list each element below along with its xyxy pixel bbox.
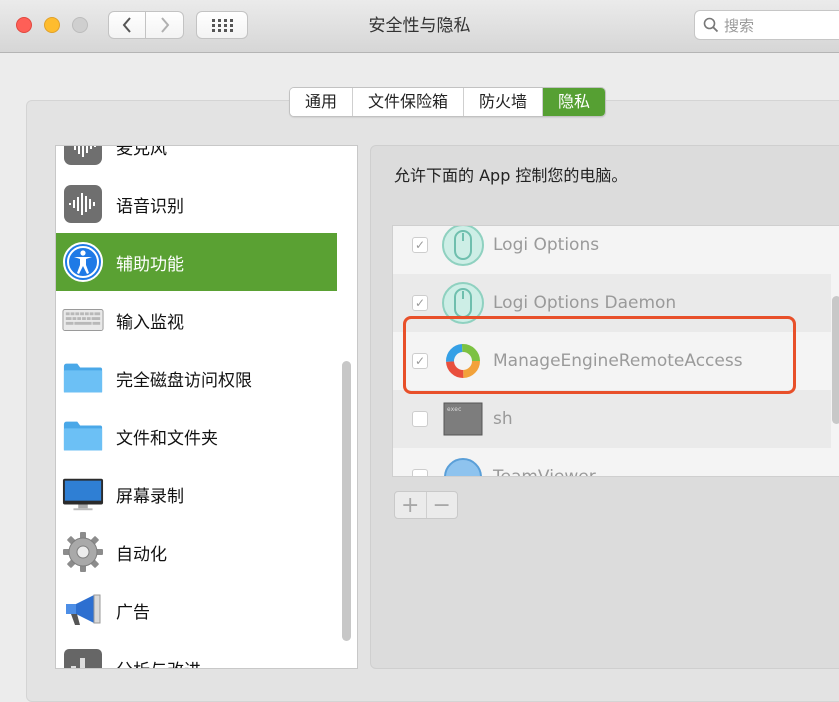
sidebar-item-speech-recognition[interactable]: 语音识别 [56,175,337,233]
search-field[interactable]: 搜索 [694,10,839,40]
sidebar-item-label: 广告 [116,602,150,623]
terminal-icon: exec [441,397,485,441]
add-remove-control: + − [394,491,458,519]
app-checkbox[interactable]: ✓ [412,295,428,311]
sidebar-item-microphone[interactable]: 麦克风 [56,145,337,175]
sidebar-item-label: 自动化 [116,544,167,565]
sidebar-item-label: 完全磁盘访问权限 [116,370,252,391]
sidebar-item-screen-recording[interactable]: 屏幕录制 [56,465,337,523]
app-checkbox[interactable] [412,411,428,427]
app-row-sh[interactable]: exec sh [393,390,831,448]
remove-app-button[interactable]: − [427,492,458,518]
app-checkbox[interactable]: ✓ [412,237,428,253]
checkmark-icon: ✓ [414,296,426,310]
chart-icon [62,647,104,668]
tab-privacy[interactable]: 隐私 [543,88,606,116]
tab-filevault[interactable]: 文件保险箱 [353,88,465,116]
allow-description: 允许下面的 App 控制您的电脑。 [394,166,628,185]
megaphone-icon [62,589,104,631]
search-placeholder: 搜索 [724,16,755,35]
speech-waveform-icon [62,183,104,225]
display-icon [62,473,104,515]
app-name: Logi Options [493,235,600,255]
folder-icon [62,415,104,457]
mouse-icon [441,226,485,267]
app-list-scrollbar[interactable] [832,296,839,424]
sidebar-item-label: 辅助功能 [116,254,184,275]
accessibility-icon [62,241,104,283]
sidebar-item-label: 语音识别 [116,196,184,217]
sidebar-item-label: 输入监视 [116,312,184,333]
app-row-logi-options[interactable]: ✓ Logi Options [393,226,831,274]
tab-firewall[interactable]: 防火墙 [464,88,544,116]
microphone-icon [62,146,104,167]
sidebar-item-label: 文件和文件夹 [116,428,218,449]
app-row-teamviewer[interactable]: TeamViewer [393,448,831,477]
sidebar-item-analytics[interactable]: 分析与改进 [56,639,337,669]
privacy-category-list[interactable]: 麦克风 语音识别 辅助功能 输入监视 完全磁盘访问权限 文件和文件夹 屏幕录制 … [55,145,358,669]
sidebar-item-advertising[interactable]: 广告 [56,581,337,639]
sidebar-item-files-and-folders[interactable]: 文件和文件夹 [56,407,337,465]
sidebar-item-input-monitoring[interactable]: 输入监视 [56,291,337,349]
sidebar-item-full-disk-access[interactable]: 完全磁盘访问权限 [56,349,337,407]
sidebar-item-label: 屏幕录制 [116,486,184,507]
app-name: TeamViewer [493,467,596,477]
teamviewer-icon [441,455,485,476]
checkmark-icon: ✓ [414,238,426,252]
keyboard-icon [62,299,104,341]
terminal-icon-text: exec [447,406,462,413]
gear-icon [62,531,104,573]
title-bar: 安全性与隐私 搜索 [0,0,839,53]
app-checkbox[interactable] [412,469,428,476]
folder-icon [62,357,104,399]
tab-general[interactable]: 通用 [290,88,354,116]
category-list-scrollbar[interactable] [342,361,351,641]
app-name: Logi Options Daemon [493,293,677,313]
sidebar-item-label: 分析与改进 [116,656,201,669]
app-name: sh [493,409,513,429]
search-icon [703,17,719,33]
highlight-annotation [403,316,796,394]
add-app-button[interactable]: + [395,492,427,518]
tab-bar: 通用 文件保险箱 防火墙 隐私 [289,87,607,117]
sidebar-item-automation[interactable]: 自动化 [56,523,337,581]
sidebar-item-accessibility[interactable]: 辅助功能 [56,233,337,291]
sidebar-item-label: 麦克风 [116,145,167,159]
